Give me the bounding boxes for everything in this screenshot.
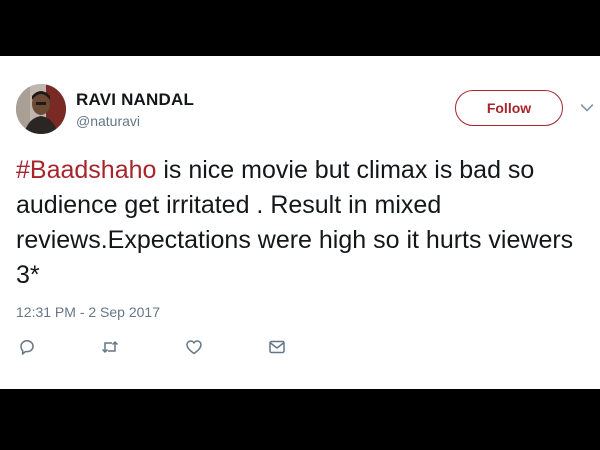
author-handle[interactable]: @naturavi <box>76 113 140 129</box>
tweet-card: RAVI NANDAL @naturavi Follow #Baadshaho … <box>0 56 600 389</box>
chevron-down-icon[interactable] <box>580 100 594 112</box>
letterbox-top <box>0 0 600 56</box>
envelope-icon[interactable] <box>268 338 286 356</box>
hashtag-link[interactable]: #Baadshaho <box>16 156 156 184</box>
timestamp[interactable]: 12:31 PM - 2 Sep 2017 <box>16 304 160 320</box>
retweet-icon[interactable] <box>101 338 119 356</box>
avatar[interactable] <box>16 84 66 134</box>
reply-icon[interactable] <box>18 338 36 356</box>
letterbox-bottom <box>0 389 600 450</box>
follow-button[interactable]: Follow <box>455 90 563 126</box>
heart-icon[interactable] <box>185 338 203 356</box>
author-name[interactable]: RAVI NANDAL <box>76 90 194 110</box>
tweet-text: #Baadshaho is nice movie but climax is b… <box>16 153 586 293</box>
